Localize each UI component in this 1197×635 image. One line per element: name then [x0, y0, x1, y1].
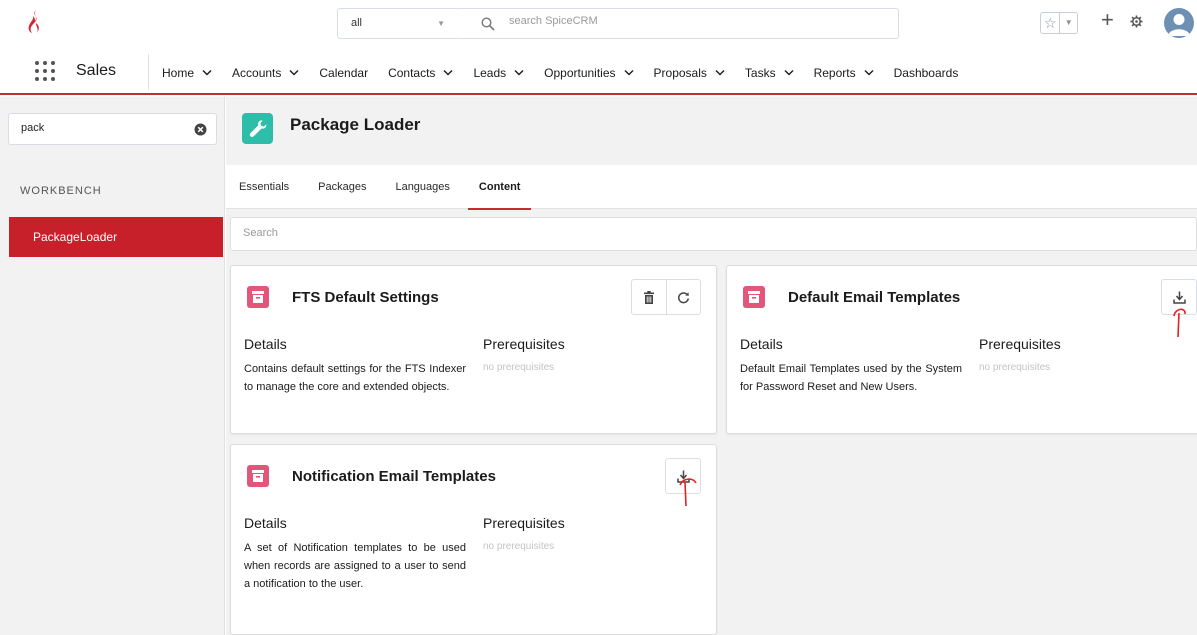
chevron-down-icon[interactable] [623, 69, 634, 76]
nav-item-label: Dashboards [893, 65, 959, 80]
nav-item-opportunities[interactable]: Opportunities [544, 65, 634, 80]
package-card-default-email-templates: Default Email Templates Details Prerequi… [726, 265, 1197, 434]
add-icon[interactable]: + [1101, 7, 1114, 33]
spicecrm-logo-icon[interactable] [27, 9, 43, 35]
chevron-down-icon[interactable] [715, 69, 725, 76]
sidebar-search-input[interactable] [21, 122, 181, 134]
card-description: Contains default settings for the FTS In… [244, 363, 466, 393]
download-button[interactable] [1162, 280, 1196, 314]
nav-item-label: Reports [813, 65, 856, 80]
tab-packages[interactable]: Packages [317, 165, 367, 209]
search-scope-select[interactable]: all ▼ [337, 8, 460, 39]
nav-item-label: Contacts [388, 65, 436, 80]
card-prerequisites: no prerequisites [979, 362, 1051, 373]
star-icon[interactable]: ☆ [1041, 13, 1061, 33]
chevron-down-icon[interactable] [864, 69, 874, 76]
nav-item-contacts[interactable]: Contacts [388, 66, 453, 80]
tab-bar: Essentials Packages Languages Content [226, 165, 1197, 210]
nav-item-accounts[interactable]: Accounts [232, 66, 299, 80]
top-bar: all ▼ ☆ ▼ + [0, 0, 1197, 46]
tab-essentials[interactable]: Essentials [238, 165, 290, 209]
prerequisites-label: Prerequisites [979, 336, 1061, 352]
card-title: Default Email Templates [788, 289, 961, 306]
nav-bar: Sales Home Accounts Calendar Contacts Leads O… [0, 50, 1197, 95]
user-avatar[interactable] [1164, 8, 1194, 38]
chevron-down-icon[interactable] [443, 69, 453, 76]
sidebar-search[interactable] [8, 113, 217, 145]
card-prerequisites: no prerequisites [483, 541, 555, 552]
details-label: Details [244, 336, 287, 352]
app-name: Sales [76, 62, 117, 79]
nav-item-home[interactable]: Home [162, 66, 212, 80]
package-icon [743, 286, 765, 308]
search-scope-value: all [351, 17, 363, 29]
page-title: Package Loader [290, 115, 421, 134]
sidebar: WORKBENCH PackageLoader [0, 97, 225, 635]
nav-menu: Home Accounts Calendar Contacts Leads Opportu… [162, 50, 978, 95]
search-icon [481, 17, 495, 31]
content-search[interactable] [230, 217, 1197, 251]
prerequisites-label: Prerequisites [483, 515, 565, 531]
sidebar-item-packageloader[interactable]: PackageLoader [9, 217, 223, 257]
sidebar-heading: WORKBENCH [20, 185, 102, 197]
download-icon [1172, 291, 1186, 304]
prerequisites-label: Prerequisites [483, 336, 565, 352]
nav-item-label: Calendar [319, 65, 369, 80]
tab-content[interactable]: Content [468, 165, 531, 210]
card-actions [1161, 279, 1197, 315]
refresh-button[interactable] [666, 280, 700, 314]
download-button[interactable] [666, 459, 700, 493]
details-label: Details [244, 515, 287, 531]
nav-item-label: Opportunities [544, 65, 616, 80]
nav-item-reports[interactable]: Reports [814, 66, 874, 80]
chevron-down-icon[interactable] [784, 69, 794, 76]
nav-item-proposals[interactable]: Proposals [654, 66, 725, 80]
wrench-icon [242, 113, 273, 144]
nav-item-leads[interactable]: Leads [473, 66, 524, 80]
main-content: Package Loader Essentials Packages Langu… [226, 97, 1197, 635]
card-description: A set of Notification templates to be us… [244, 542, 466, 590]
card-actions [665, 458, 701, 494]
download-icon [676, 470, 690, 483]
nav-item-label: Leads [473, 65, 507, 80]
card-title: Notification Email Templates [292, 468, 496, 485]
nav-item-calendar[interactable]: Calendar [319, 66, 368, 80]
nav-item-label: Accounts [232, 65, 282, 80]
content-search-input[interactable] [243, 227, 643, 239]
nav-item-label: Home [162, 65, 195, 80]
nav-divider [148, 54, 149, 90]
package-icon [247, 465, 269, 487]
gear-icon[interactable] [1130, 15, 1143, 28]
chevron-down-icon[interactable]: ▼ [1060, 13, 1077, 33]
nav-item-label: Tasks [744, 65, 776, 80]
card-description: Default Email Templates used by the Syst… [740, 363, 962, 393]
package-card-notification-email-templates: Notification Email Templates Details Pre… [230, 444, 717, 635]
nav-item-tasks[interactable]: Tasks [745, 66, 794, 80]
refresh-icon [678, 291, 690, 303]
delete-button[interactable] [632, 280, 666, 314]
user-icon [1168, 14, 1190, 36]
favorite-toggle[interactable]: ☆ ▼ [1040, 12, 1078, 34]
chevron-down-icon[interactable] [289, 69, 299, 76]
details-label: Details [740, 336, 783, 352]
clear-icon[interactable] [194, 123, 207, 136]
tab-languages[interactable]: Languages [394, 165, 450, 209]
chevron-down-icon[interactable] [514, 69, 524, 76]
card-actions [631, 279, 701, 315]
chevron-down-icon[interactable] [202, 69, 212, 76]
package-card-fts-default-settings: FTS Default Settings Details Prerequisit… [230, 265, 717, 434]
global-search-input[interactable] [509, 15, 809, 27]
package-icon [247, 286, 269, 308]
page-header: Package Loader [226, 97, 1197, 163]
global-search[interactable] [459, 8, 899, 39]
chevron-down-icon: ▼ [437, 19, 445, 28]
card-title: FTS Default Settings [292, 289, 439, 306]
app-launcher-icon[interactable] [34, 60, 56, 82]
nav-item-label: Proposals [653, 65, 707, 80]
delete-icon [644, 290, 654, 304]
card-prerequisites: no prerequisites [483, 362, 555, 373]
nav-item-dashboards[interactable]: Dashboards [894, 66, 959, 80]
